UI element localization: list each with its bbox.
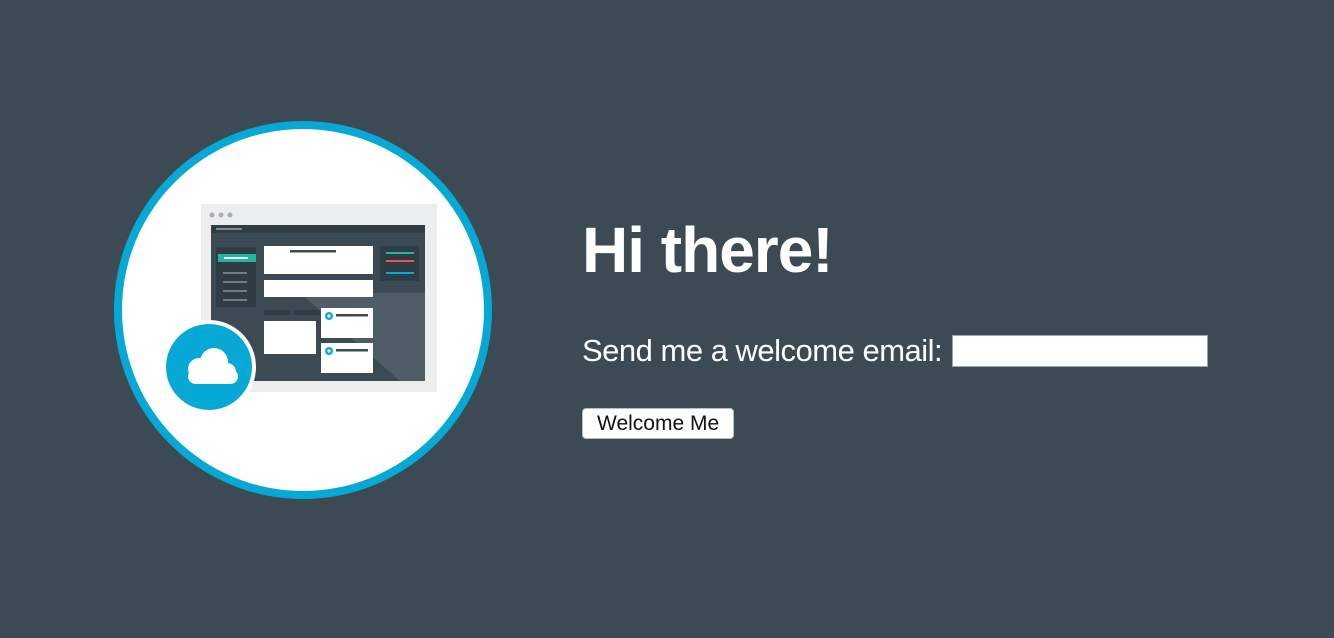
page-title: Hi there! — [582, 214, 834, 286]
email-input[interactable] — [952, 335, 1209, 367]
hero-illustration — [110, 117, 496, 503]
email-label: Send me a welcome email: — [582, 333, 943, 368]
welcome-me-button[interactable]: Welcome Me — [582, 408, 735, 439]
cloud-dashboard-illustration-icon — [114, 121, 492, 499]
email-row: Send me a welcome email: — [582, 332, 1282, 370]
main-content: Hi there! Send me a welcome email: Welco… — [582, 212, 1282, 439]
